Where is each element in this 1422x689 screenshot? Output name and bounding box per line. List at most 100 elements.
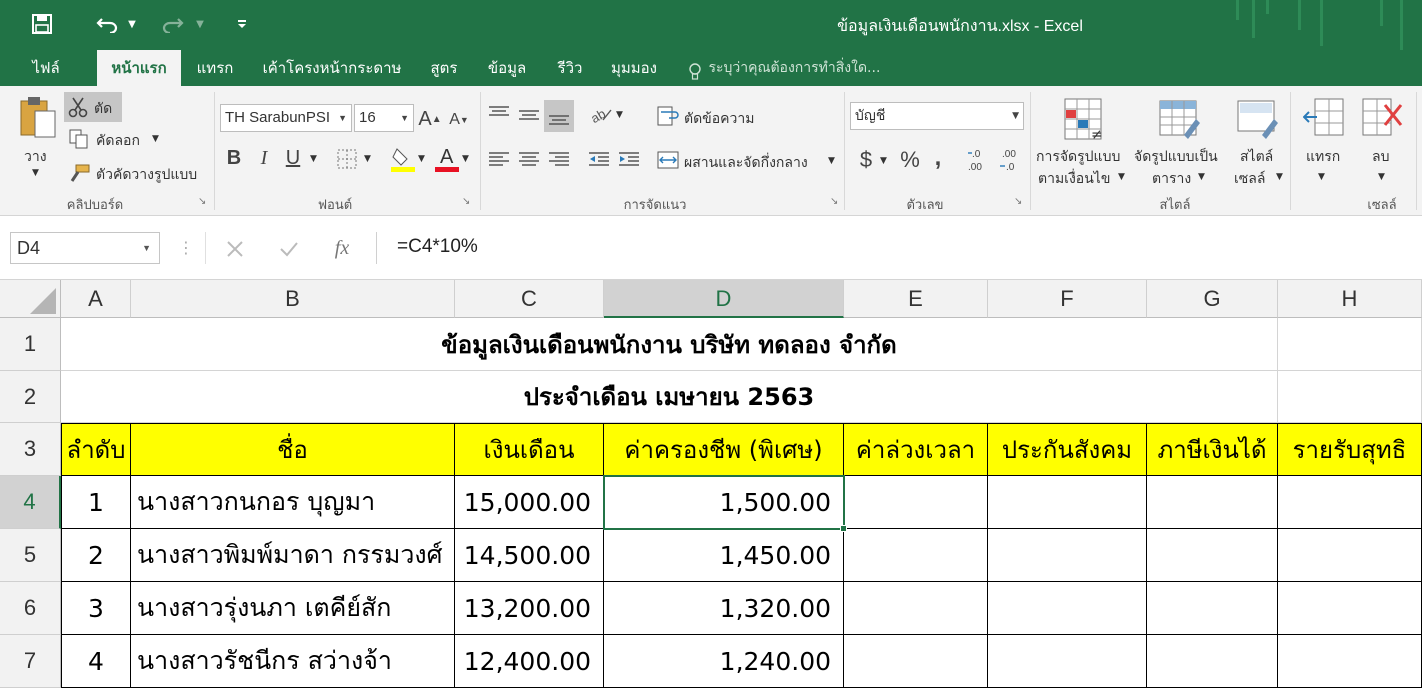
cell-empty[interactable] — [988, 635, 1147, 688]
cell-salary[interactable]: 13,200.00 — [455, 582, 604, 635]
header-cell-salary[interactable]: เงินเดือน — [455, 423, 604, 476]
conditional-formatting-label-2[interactable]: ตามเงื่อนไข — [1038, 168, 1110, 190]
align-top-icon[interactable] — [486, 100, 512, 130]
header-cell-name[interactable]: ชื่อ — [131, 423, 455, 476]
conditional-formatting-icon[interactable]: ≠ — [1058, 94, 1108, 146]
row-header-4[interactable]: 4 — [0, 476, 61, 529]
cell-name[interactable]: นางสาวกนกอร บุญมา — [131, 476, 455, 529]
copy-icon[interactable] — [68, 128, 90, 150]
header-cell-net-income[interactable]: รายรับสุทธิ — [1278, 423, 1422, 476]
column-header-e[interactable]: E — [844, 280, 988, 318]
align-left-icon[interactable] — [486, 148, 512, 172]
insert-cells-icon[interactable] — [1302, 94, 1346, 140]
column-header-b[interactable]: B — [131, 280, 455, 318]
row-header-6[interactable]: 6 — [0, 582, 61, 635]
header-cell-social-security[interactable]: ประกันสังคม — [988, 423, 1147, 476]
cell-allowance[interactable]: 1,450.00 — [604, 529, 844, 582]
cell-empty[interactable] — [844, 635, 988, 688]
cell-empty[interactable] — [844, 582, 988, 635]
row-header-3[interactable]: 3 — [0, 423, 61, 476]
cell-no[interactable]: 1 — [61, 476, 131, 529]
paste-icon[interactable] — [16, 94, 60, 142]
delete-cells-icon[interactable] — [1360, 94, 1406, 140]
alignment-launcher-icon[interactable]: ↘ — [830, 196, 838, 207]
cell-empty[interactable] — [1278, 635, 1422, 688]
font-color-dropdown-icon[interactable]: ▼ — [462, 154, 469, 164]
font-launcher-icon[interactable]: ↘ — [462, 196, 470, 207]
column-header-c[interactable]: C — [455, 280, 604, 318]
header-cell-no[interactable]: ลำดับ — [61, 423, 131, 476]
sheet-title[interactable]: ข้อมูลเงินเดือนพนักงาน บริษัท ทดลอง จำกั… — [61, 318, 1278, 371]
tab-page-layout[interactable]: เค้าโครงหน้ากระดาษ — [254, 50, 410, 86]
align-right-icon[interactable] — [546, 148, 572, 172]
cell-h2[interactable] — [1278, 371, 1422, 423]
undo-icon[interactable] — [92, 10, 122, 38]
cell-empty[interactable] — [1147, 529, 1278, 582]
cell-empty[interactable] — [988, 476, 1147, 529]
cell-styles-icon[interactable] — [1232, 94, 1282, 146]
cell-salary[interactable]: 12,400.00 — [455, 635, 604, 688]
cut-button[interactable]: ตัด — [64, 92, 122, 122]
format-as-table-label-2[interactable]: ตาราง — [1152, 168, 1191, 190]
wrap-text-icon[interactable] — [656, 104, 680, 128]
cell-empty[interactable] — [844, 476, 988, 529]
merge-center-label[interactable]: ผสานและจัดกึ่งกลาง — [684, 152, 808, 174]
tell-me-box[interactable]: ระบุว่าคุณต้องการทำสิ่งใด... — [688, 50, 880, 86]
cell-empty[interactable] — [1278, 582, 1422, 635]
decrease-font-icon[interactable]: A ▼ — [448, 108, 470, 132]
tab-insert[interactable]: แทรก — [186, 50, 244, 86]
cell-no[interactable]: 2 — [61, 529, 131, 582]
select-all-button[interactable] — [0, 280, 61, 318]
borders-dropdown-icon[interactable]: ▼ — [364, 154, 371, 164]
align-bottom-icon[interactable] — [544, 100, 574, 132]
tab-view[interactable]: มุมมอง — [602, 50, 666, 86]
delete-dropdown-icon[interactable]: ▼ — [1378, 172, 1385, 182]
font-color-icon[interactable]: A — [434, 144, 460, 174]
cell-name[interactable]: นางสาวรัชนีกร สว่างจ้า — [131, 635, 455, 688]
decrease-indent-icon[interactable] — [586, 148, 612, 172]
row-header-7[interactable]: 7 — [0, 635, 61, 688]
currency-dropdown-icon[interactable]: ▼ — [880, 156, 887, 166]
orientation-icon[interactable]: ab — [588, 102, 614, 128]
cell-empty[interactable] — [988, 582, 1147, 635]
cell-styles-label-1[interactable]: สไตล์ — [1240, 146, 1273, 168]
column-header-h[interactable]: H — [1278, 280, 1422, 318]
cell-empty[interactable] — [1147, 582, 1278, 635]
currency-button[interactable]: $ — [854, 146, 878, 174]
insert-dropdown-icon[interactable]: ▼ — [1318, 172, 1325, 182]
row-header-1[interactable]: 1 — [0, 318, 61, 371]
sheet-subtitle[interactable]: ประจำเดือน เมษายน 2563 — [61, 371, 1278, 423]
column-header-g[interactable]: G — [1147, 280, 1278, 318]
cell-allowance[interactable]: 1,240.00 — [604, 635, 844, 688]
fill-color-icon[interactable] — [390, 144, 416, 174]
header-cell-income-tax[interactable]: ภาษีเงินได้ — [1147, 423, 1278, 476]
fill-handle[interactable] — [840, 525, 847, 532]
enter-icon[interactable] — [276, 236, 302, 262]
tab-formulas[interactable]: สูตร — [420, 50, 468, 86]
column-header-d[interactable]: D — [604, 280, 844, 318]
save-icon[interactable] — [28, 10, 56, 38]
formula-input[interactable]: =C4*10% — [376, 232, 1422, 264]
underline-dropdown-icon[interactable]: ▼ — [310, 154, 317, 164]
cell-empty[interactable] — [844, 529, 988, 582]
clipboard-launcher-icon[interactable]: ↘ — [198, 196, 206, 207]
name-box[interactable]: D4 ▼ — [10, 232, 160, 264]
insert-function-icon[interactable]: fx — [328, 234, 356, 262]
cell-empty[interactable] — [1278, 476, 1422, 529]
merge-center-icon[interactable] — [656, 148, 680, 172]
tab-review[interactable]: รีวิว — [548, 50, 592, 86]
cell-allowance[interactable]: 1,500.00 — [604, 476, 844, 529]
tab-file[interactable]: ไฟล์ — [18, 50, 74, 86]
align-center-icon[interactable] — [516, 148, 542, 172]
cell-styles-dropdown-icon[interactable]: ▼ — [1276, 172, 1283, 182]
customize-qat-icon[interactable] — [232, 10, 252, 38]
cell-empty[interactable] — [1147, 476, 1278, 529]
paste-label[interactable]: วาง — [24, 146, 47, 168]
chevron-down-icon[interactable]: ▼ — [142, 233, 151, 263]
cell-h1[interactable] — [1278, 318, 1422, 371]
percent-button[interactable]: % — [896, 146, 924, 174]
fill-dropdown-icon[interactable]: ▼ — [418, 154, 425, 164]
wrap-text-label[interactable]: ตัดข้อความ — [684, 108, 754, 130]
number-format-select[interactable]: บัญชี ▼ — [850, 102, 1024, 130]
orientation-dropdown-icon[interactable]: ▼ — [616, 110, 623, 120]
